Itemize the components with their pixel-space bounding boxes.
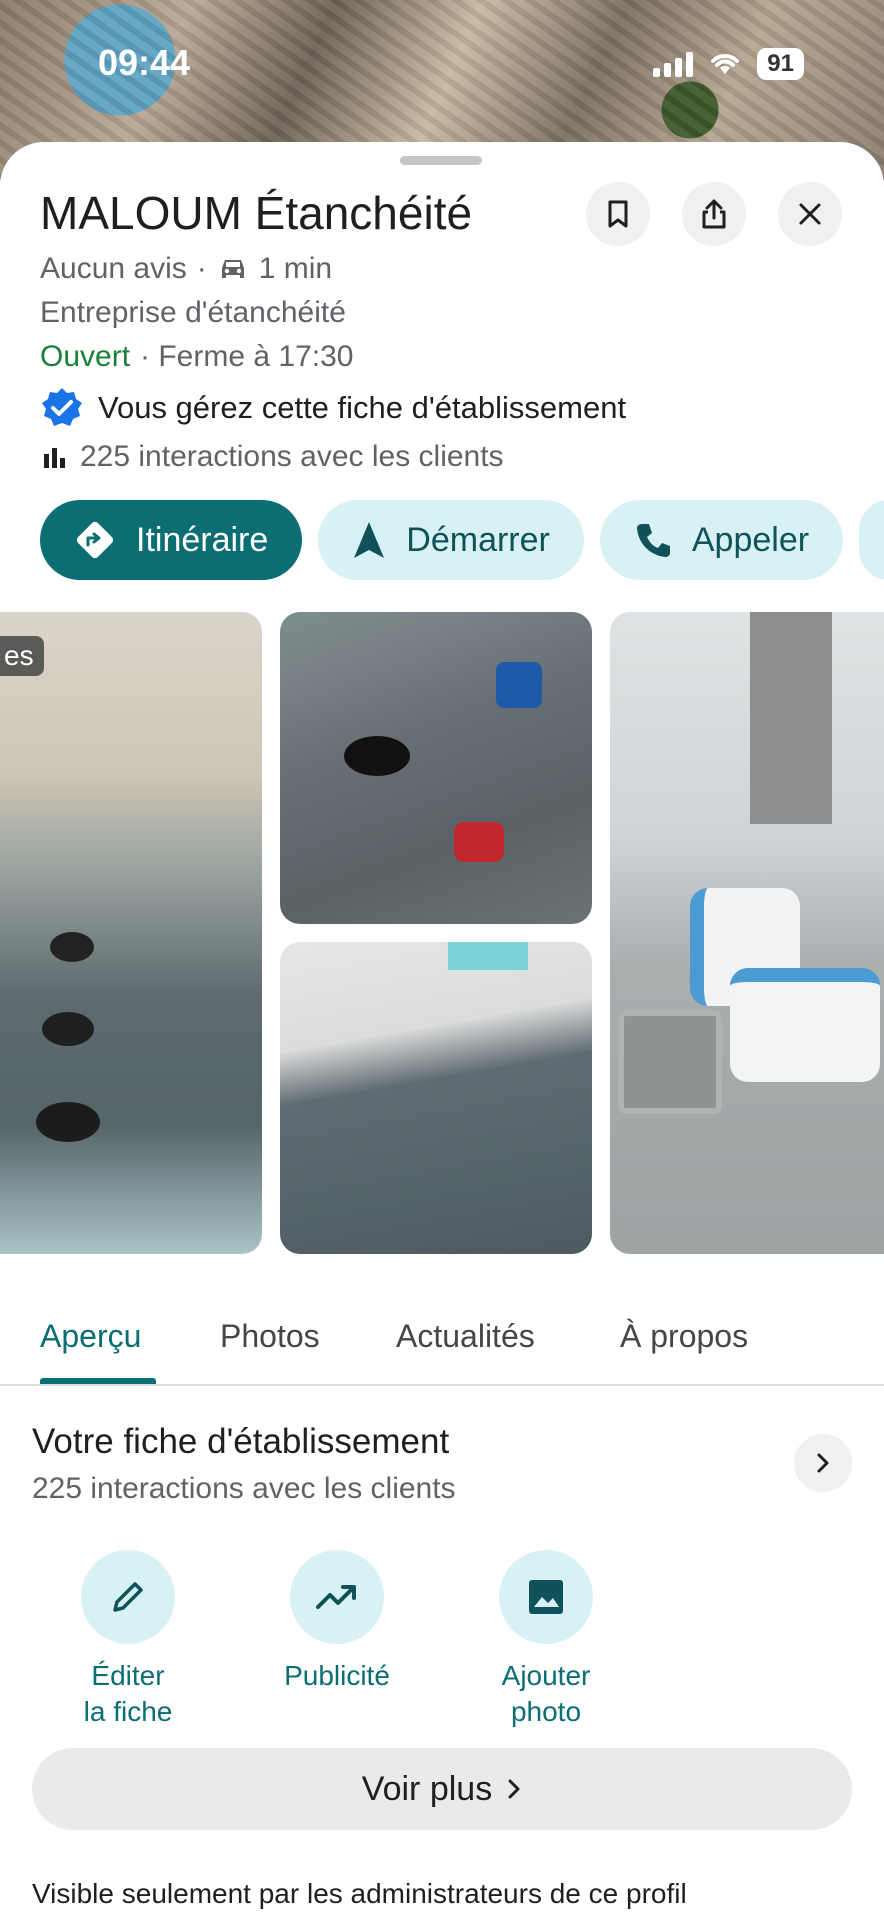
navigation-arrow-icon xyxy=(354,522,385,558)
open-business-profile-button[interactable] xyxy=(794,1434,852,1492)
drive-time: 1 min xyxy=(258,252,333,285)
active-tab-indicator xyxy=(40,1378,156,1384)
chevron-right-icon xyxy=(817,1453,829,1473)
directions-icon xyxy=(76,521,114,559)
business-card-title[interactable]: Votre fiche d'établissement xyxy=(32,1422,449,1462)
reviews-row: Aucun avis · 1 min xyxy=(40,252,332,286)
photo-3[interactable] xyxy=(280,942,592,1254)
advertising-button[interactable]: Publicité xyxy=(257,1550,417,1694)
verified-row[interactable]: Vous gérez cette fiche d'établissement xyxy=(40,386,626,430)
cement-bag-shape xyxy=(730,968,880,1082)
tab-photos[interactable]: Photos xyxy=(220,1318,320,1355)
skylight-shape xyxy=(448,942,528,970)
photo-2[interactable] xyxy=(280,612,592,924)
action-buttons: Itinéraire Démarrer Appeler xyxy=(40,500,884,580)
place-title: MALOUM Étanchéité xyxy=(40,187,473,239)
start-label: Démarrer xyxy=(406,520,550,559)
car-icon xyxy=(221,260,244,278)
roof-hole-shape xyxy=(344,736,410,776)
advertising-label: Publicité xyxy=(284,1660,390,1691)
bookmark-icon xyxy=(608,200,628,228)
pedestal-shape xyxy=(42,1012,94,1046)
status-bar: 09:44 91 xyxy=(0,0,884,130)
save-button[interactable] xyxy=(586,182,650,246)
verified-badge-icon xyxy=(42,388,82,426)
battery-indicator: 91 xyxy=(757,48,804,80)
tab-a-propos[interactable]: À propos xyxy=(620,1318,748,1355)
separator-dot: · xyxy=(196,252,207,285)
add-photo-line2: photo xyxy=(510,1696,582,1727)
reviews-text: Aucun avis xyxy=(40,252,187,285)
edit-profile-line1: Éditer xyxy=(91,1660,165,1691)
see-more-button[interactable]: Voir plus xyxy=(32,1748,852,1830)
pedestal-shape xyxy=(36,1102,100,1142)
drag-handle[interactable] xyxy=(400,156,482,165)
open-status: Ouvert xyxy=(40,340,131,373)
photo-overlay-label: es xyxy=(0,636,44,676)
status-icons: 91 xyxy=(653,48,804,80)
photo-1[interactable]: es xyxy=(0,612,262,1254)
admin-visibility-note: Visible seulement par les administrateur… xyxy=(32,1878,687,1909)
hours-row[interactable]: Ouvert · Ferme à 17:30 xyxy=(40,340,353,374)
directions-button[interactable]: Itinéraire xyxy=(40,500,303,580)
add-photo-line1: Ajouter xyxy=(501,1660,591,1691)
close-icon xyxy=(799,203,821,225)
chevron-right-icon xyxy=(508,1779,520,1799)
share-icon xyxy=(702,199,726,229)
tab-bar: Aperçu Photos Actualités À propos xyxy=(0,1292,884,1386)
wifi-icon xyxy=(711,54,740,74)
concrete-block-shape xyxy=(618,1010,722,1114)
photo-gallery[interactable]: es xyxy=(0,612,884,1254)
cellular-signal-icon xyxy=(653,51,694,77)
more-actions-button[interactable] xyxy=(859,500,884,580)
image-icon xyxy=(529,1580,563,1614)
see-more-label: Voir plus xyxy=(361,1769,493,1808)
door-shape xyxy=(750,612,832,824)
photo-4[interactable] xyxy=(610,612,884,1254)
tab-actualites[interactable]: Actualités xyxy=(396,1318,535,1355)
edit-profile-line2: la fiche xyxy=(83,1696,173,1727)
interactions-text: 225 interactions avec les clients xyxy=(80,440,504,473)
phone-icon xyxy=(636,524,670,557)
business-card-subtitle: 225 interactions avec les clients xyxy=(32,1472,456,1505)
directions-label: Itinéraire xyxy=(136,520,269,559)
gloves-shape xyxy=(454,822,504,862)
category-text: Entreprise d'étanchéité xyxy=(40,296,346,329)
verified-text: Vous gérez cette fiche d'établissement xyxy=(98,390,627,425)
interactions-row: 225 interactions avec les clients xyxy=(40,440,504,474)
share-button[interactable] xyxy=(682,182,746,246)
edit-profile-button[interactable]: Éditer la fiche xyxy=(48,1550,208,1730)
tab-apercu[interactable]: Aperçu xyxy=(40,1318,141,1355)
call-button[interactable]: Appeler xyxy=(599,500,844,580)
status-time: 09:44 xyxy=(98,42,191,83)
add-photo-button[interactable]: Ajouter photo xyxy=(466,1550,626,1730)
bar-chart-icon xyxy=(44,448,65,468)
start-button[interactable]: Démarrer xyxy=(318,500,584,580)
place-sheet: MALOUM Étanchéité Aucun avis · 1 min Ent… xyxy=(0,142,884,1920)
trending-up-icon xyxy=(316,1585,356,1609)
call-label: Appeler xyxy=(691,520,810,559)
paint-can-shape xyxy=(496,662,542,708)
close-button[interactable] xyxy=(778,182,842,246)
pencil-icon xyxy=(113,1582,143,1612)
pedestal-shape xyxy=(50,932,94,962)
closing-time: · Ferme à 17:30 xyxy=(140,340,354,373)
